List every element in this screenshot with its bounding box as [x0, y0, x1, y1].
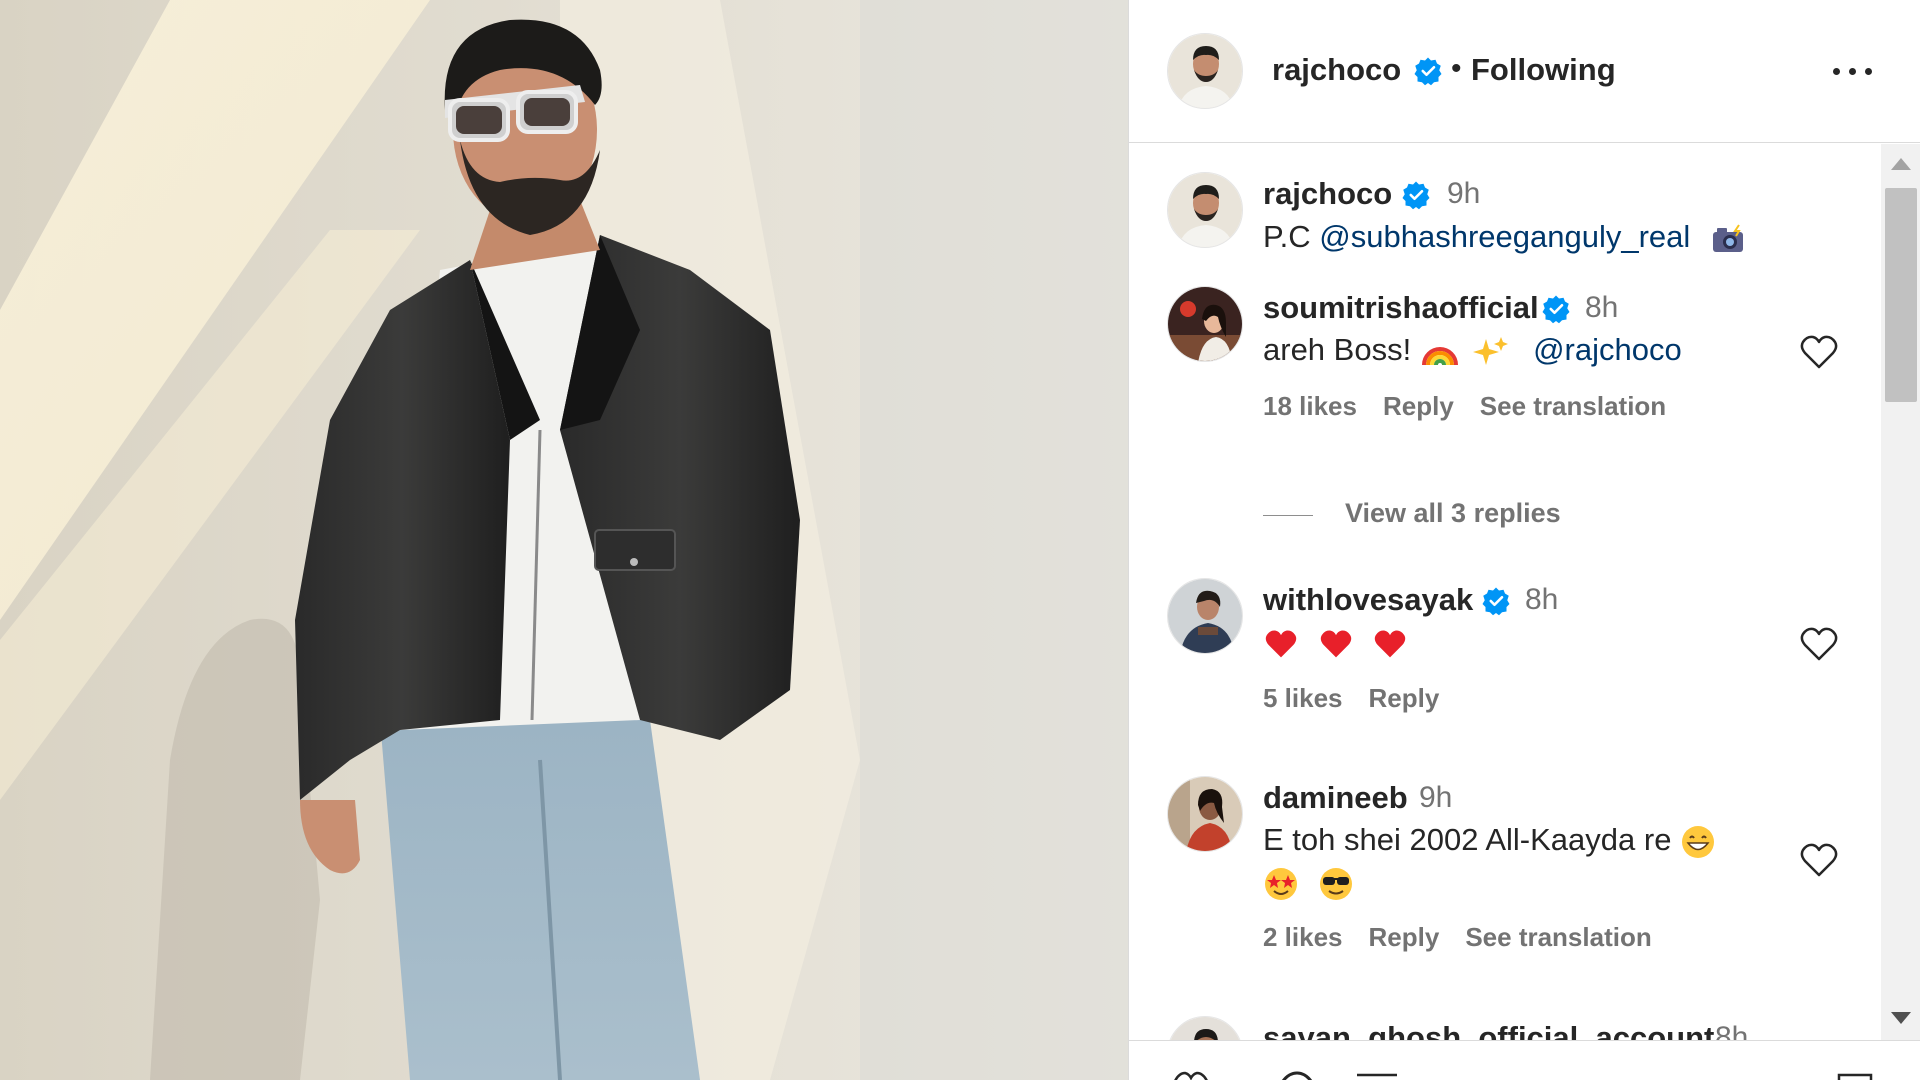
view-replies-button[interactable]: View all 3 replies [1345, 498, 1561, 529]
comment-item: sayan_ghosh_official_account 8h [1129, 1016, 1881, 1040]
verified-badge-icon [1482, 587, 1510, 616]
instagram-post-modal: rajchoco • Following rajchoco 9h P.C @su… [0, 0, 1920, 1080]
comment-text: E toh shei 2002 All-Kaayda re [1263, 822, 1716, 860]
caption-mention-link[interactable]: @subhashreeganguly_real [1319, 219, 1690, 254]
commenter-username[interactable]: damineeb [1263, 780, 1408, 816]
post-photo[interactable] [0, 0, 1128, 1080]
following-button[interactable]: Following [1471, 52, 1616, 88]
red-heart-emoji-icon [1320, 630, 1351, 658]
comment-timestamp[interactable]: 8h [1715, 1021, 1748, 1040]
scroll-up-arrow-icon[interactable] [1891, 158, 1911, 170]
post-header: rajchoco • Following [1129, 0, 1920, 143]
verified-badge-icon [1542, 295, 1570, 324]
comment-body: areh Boss! [1263, 332, 1420, 367]
see-translation-button[interactable]: See translation [1480, 391, 1666, 421]
like-heart-icon[interactable] [1799, 842, 1839, 878]
comment-text [1263, 624, 1408, 660]
commenter-avatar[interactable] [1167, 578, 1243, 654]
verified-badge-icon [1402, 181, 1430, 210]
commenter-avatar[interactable] [1167, 1016, 1243, 1040]
comment-like-count[interactable]: 2 likes [1263, 922, 1343, 952]
header-separator: • [1451, 52, 1462, 85]
comments-scrollbar[interactable] [1881, 144, 1920, 1040]
comment-actions: 2 likes Reply See translation [1263, 922, 1678, 953]
commenter-username[interactable]: soumitrishaofficial [1263, 290, 1539, 326]
more-options-icon[interactable] [1829, 56, 1877, 86]
comment-mention-link[interactable]: @rajchoco [1533, 332, 1682, 367]
caption-author-avatar[interactable] [1167, 172, 1243, 248]
caption-text: P.C @subhashreeganguly_real [1263, 219, 1745, 255]
share-icon[interactable] [1355, 1071, 1399, 1080]
comment-like-count[interactable]: 5 likes [1263, 683, 1343, 713]
like-heart-icon[interactable] [1799, 334, 1839, 370]
comment-icon[interactable] [1277, 1071, 1317, 1080]
reply-button[interactable]: Reply [1369, 922, 1440, 952]
comment-text-continued [1263, 864, 1354, 902]
comment-like-count[interactable]: 18 likes [1263, 391, 1357, 421]
reply-button[interactable]: Reply [1369, 683, 1440, 713]
comment-item: damineeb 9h E toh shei 2002 All-Kaayda r… [1129, 776, 1881, 976]
like-post-icon[interactable] [1171, 1071, 1211, 1080]
verified-badge-icon [1414, 57, 1442, 86]
post-side-panel: rajchoco • Following rajchoco 9h P.C @su… [1128, 0, 1920, 1080]
comment-text: areh Boss! @rajchoco [1263, 332, 1682, 369]
caption-username[interactable]: rajchoco [1263, 176, 1392, 212]
caption-timestamp[interactable]: 9h [1447, 177, 1480, 211]
caption-prefix: P.C [1263, 219, 1320, 254]
comment-actions: 18 likes Reply See translation [1263, 391, 1692, 422]
red-heart-emoji-icon [1265, 630, 1297, 658]
save-bookmark-icon[interactable] [1835, 1071, 1875, 1080]
grinning-emoji-icon [1682, 825, 1715, 858]
scrollbar-thumb[interactable] [1885, 188, 1917, 402]
reply-button[interactable]: Reply [1383, 391, 1454, 421]
post-action-bar [1129, 1040, 1920, 1080]
commenter-username[interactable]: withlovesayak [1263, 582, 1473, 618]
post-photo-artwork [0, 0, 1128, 1080]
comment-item: soumitrishaofficial 8h areh Boss! @rajch… [1129, 286, 1881, 546]
sparkles-emoji-icon [1473, 336, 1509, 365]
sunglasses-emoji-icon [1319, 867, 1352, 900]
camera-flash-emoji-icon [1712, 224, 1743, 252]
comment-body: E toh shei 2002 All-Kaayda re [1263, 822, 1681, 857]
star-struck-emoji-icon [1265, 867, 1297, 900]
author-username[interactable]: rajchoco [1272, 52, 1401, 88]
rainbow-emoji-icon [1421, 346, 1458, 366]
comment-timestamp[interactable]: 8h [1525, 583, 1558, 617]
replies-divider [1263, 515, 1313, 516]
like-heart-icon[interactable] [1799, 626, 1839, 662]
see-translation-button[interactable]: See translation [1465, 922, 1651, 952]
comment-item: withlovesayak 8h 5 likes Reply [1129, 578, 1881, 748]
comment-timestamp[interactable]: 8h [1585, 291, 1618, 325]
commenter-avatar[interactable] [1167, 286, 1243, 362]
author-avatar[interactable] [1167, 33, 1243, 109]
comment-timestamp[interactable]: 9h [1419, 781, 1452, 815]
comments-list: rajchoco 9h P.C @subhashreeganguly_real [1129, 144, 1881, 1040]
comment-actions: 5 likes Reply [1263, 683, 1465, 714]
commenter-username[interactable]: sayan_ghosh_official_account [1263, 1020, 1714, 1040]
commenter-avatar[interactable] [1167, 776, 1243, 852]
red-heart-emoji-icon [1375, 630, 1406, 658]
scroll-down-arrow-icon[interactable] [1891, 1012, 1911, 1024]
